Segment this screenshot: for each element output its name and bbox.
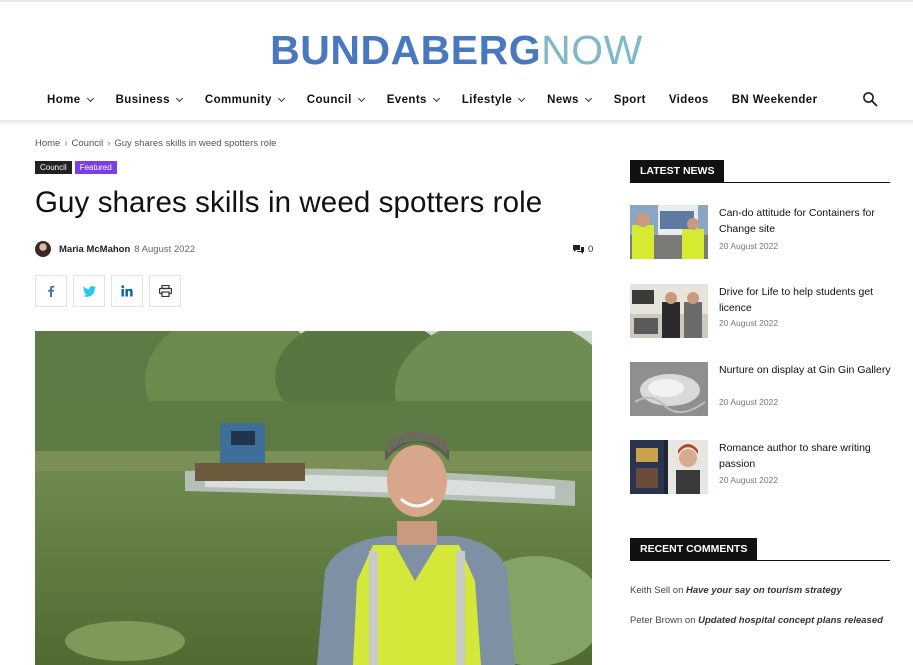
news-thumbnail[interactable] — [630, 440, 708, 494]
article-tags: Council Featured — [35, 161, 120, 174]
breadcrumb-council[interactable]: Council — [72, 138, 104, 149]
news-date: 20 August 2022 — [719, 318, 779, 328]
chevron-down-icon — [277, 94, 285, 103]
news-item[interactable]: Drive for Life to help students get lice… — [630, 284, 895, 340]
main-nav: Home Business Community Council Events L… — [47, 88, 840, 112]
breadcrumb-separator: › — [107, 138, 111, 149]
comment-author[interactable]: Keith Sell — [630, 585, 670, 596]
site-logo[interactable]: BUNDABERGNOW — [0, 28, 913, 72]
comment-author[interactable]: Peter Brown — [630, 615, 682, 626]
nav-item-sport[interactable]: Sport — [614, 94, 646, 106]
news-date: 20 August 2022 — [719, 475, 779, 485]
nav-label: Home — [47, 94, 81, 106]
recent-comments-heading-label: RECENT COMMENTS — [630, 538, 758, 560]
top-border — [0, 0, 913, 2]
news-thumbnail[interactable] — [630, 205, 708, 259]
share-buttons — [35, 275, 187, 307]
news-title[interactable]: Romance author to share writing passion — [719, 441, 894, 472]
breadcrumb-separator: › — [64, 138, 68, 149]
breadcrumb-current: Guy shares skills in weed spotters role — [114, 138, 277, 149]
nav-label: Videos — [668, 94, 709, 106]
chevron-down-icon — [584, 94, 592, 103]
logo-text-secondary: NOW — [541, 27, 643, 73]
latest-news-heading: LATEST NEWS — [630, 160, 890, 183]
nav-label: Community — [204, 94, 272, 106]
nav-item-home[interactable]: Home — [47, 94, 94, 106]
tag-council[interactable]: Council — [35, 161, 72, 174]
nav-divider — [0, 120, 913, 126]
breadcrumb-home[interactable]: Home — [35, 138, 60, 149]
comment-count[interactable]: 0 — [573, 244, 593, 255]
nav-item-news[interactable]: News — [547, 94, 592, 106]
nav-item-events[interactable]: Events — [386, 94, 440, 106]
chevron-down-icon — [432, 94, 440, 103]
news-title[interactable]: Nurture on display at Gin Gin Gallery — [719, 363, 894, 379]
search-icon[interactable] — [862, 91, 878, 107]
news-title[interactable]: Can-do attitude for Containers for Chang… — [719, 206, 894, 237]
chevron-down-icon — [86, 94, 94, 103]
comment-post-link[interactable]: Have your say on tourism strategy — [686, 585, 842, 596]
comment-on-text: on — [672, 585, 684, 596]
share-linkedin-button[interactable] — [111, 275, 143, 307]
nav-item-business[interactable]: Business — [115, 94, 183, 106]
comment-icon — [573, 244, 584, 254]
nav-item-council[interactable]: Council — [306, 94, 365, 106]
hero-photo-illustration — [35, 331, 592, 665]
share-print-button[interactable] — [149, 275, 181, 307]
nav-label: Events — [386, 94, 427, 106]
nav-item-lifestyle[interactable]: Lifestyle — [461, 94, 526, 106]
article-title: Guy shares skills in weed spotters role — [35, 186, 543, 219]
nav-label: Sport — [613, 94, 646, 106]
logo-text-primary: BUNDABERG — [270, 27, 542, 73]
nav-label: News — [547, 94, 579, 106]
share-facebook-button[interactable] — [35, 275, 67, 307]
facebook-icon — [48, 285, 55, 297]
nav-item-community[interactable]: Community — [204, 94, 285, 106]
recent-comments-heading: RECENT COMMENTS — [630, 538, 890, 561]
share-twitter-button[interactable] — [73, 275, 105, 307]
nav-label: Lifestyle — [461, 94, 513, 106]
nav-label: BN Weekender — [731, 94, 818, 106]
linkedin-icon — [121, 285, 133, 297]
news-date: 20 August 2022 — [719, 241, 779, 251]
tag-featured[interactable]: Featured — [74, 161, 117, 174]
news-date: 20 August 2022 — [719, 397, 779, 407]
twitter-icon — [82, 285, 96, 297]
chevron-down-icon — [518, 94, 526, 103]
author-avatar[interactable] — [35, 241, 51, 257]
breadcrumb: Home › Council › Guy shares skills in we… — [35, 138, 276, 149]
news-thumbnail[interactable] — [630, 284, 708, 338]
author-name[interactable]: Maria McMahon — [59, 244, 130, 255]
recent-comment: Peter Brown on Updated hospital concept … — [630, 613, 890, 630]
recent-comment: Keith Sell on Have your say on tourism s… — [630, 583, 890, 600]
news-title[interactable]: Drive for Life to help students get lice… — [719, 285, 894, 316]
chevron-down-icon — [175, 94, 183, 103]
nav-item-bn-weekender[interactable]: BN Weekender — [732, 94, 818, 106]
nav-label: Council — [306, 94, 352, 106]
comment-on-text: on — [684, 615, 696, 626]
news-item[interactable]: Romance author to share writing passion … — [630, 440, 895, 496]
print-icon — [158, 285, 172, 297]
news-item[interactable]: Nurture on display at Gin Gin Gallery 20… — [630, 362, 895, 418]
article-meta: Maria McMahon 8 August 2022 — [35, 241, 195, 257]
news-thumbnail[interactable] — [630, 362, 708, 416]
chevron-down-icon — [357, 94, 365, 103]
article-hero-image — [35, 331, 592, 665]
comment-count-value: 0 — [588, 244, 594, 255]
post-date: 8 August 2022 — [134, 243, 196, 255]
news-item[interactable]: Can-do attitude for Containers for Chang… — [630, 205, 895, 261]
nav-label: Business — [115, 94, 170, 106]
comment-post-link[interactable]: Updated hospital concept plans released — [698, 615, 883, 626]
latest-news-heading-label: LATEST NEWS — [630, 160, 725, 182]
nav-item-videos[interactable]: Videos — [669, 94, 709, 106]
